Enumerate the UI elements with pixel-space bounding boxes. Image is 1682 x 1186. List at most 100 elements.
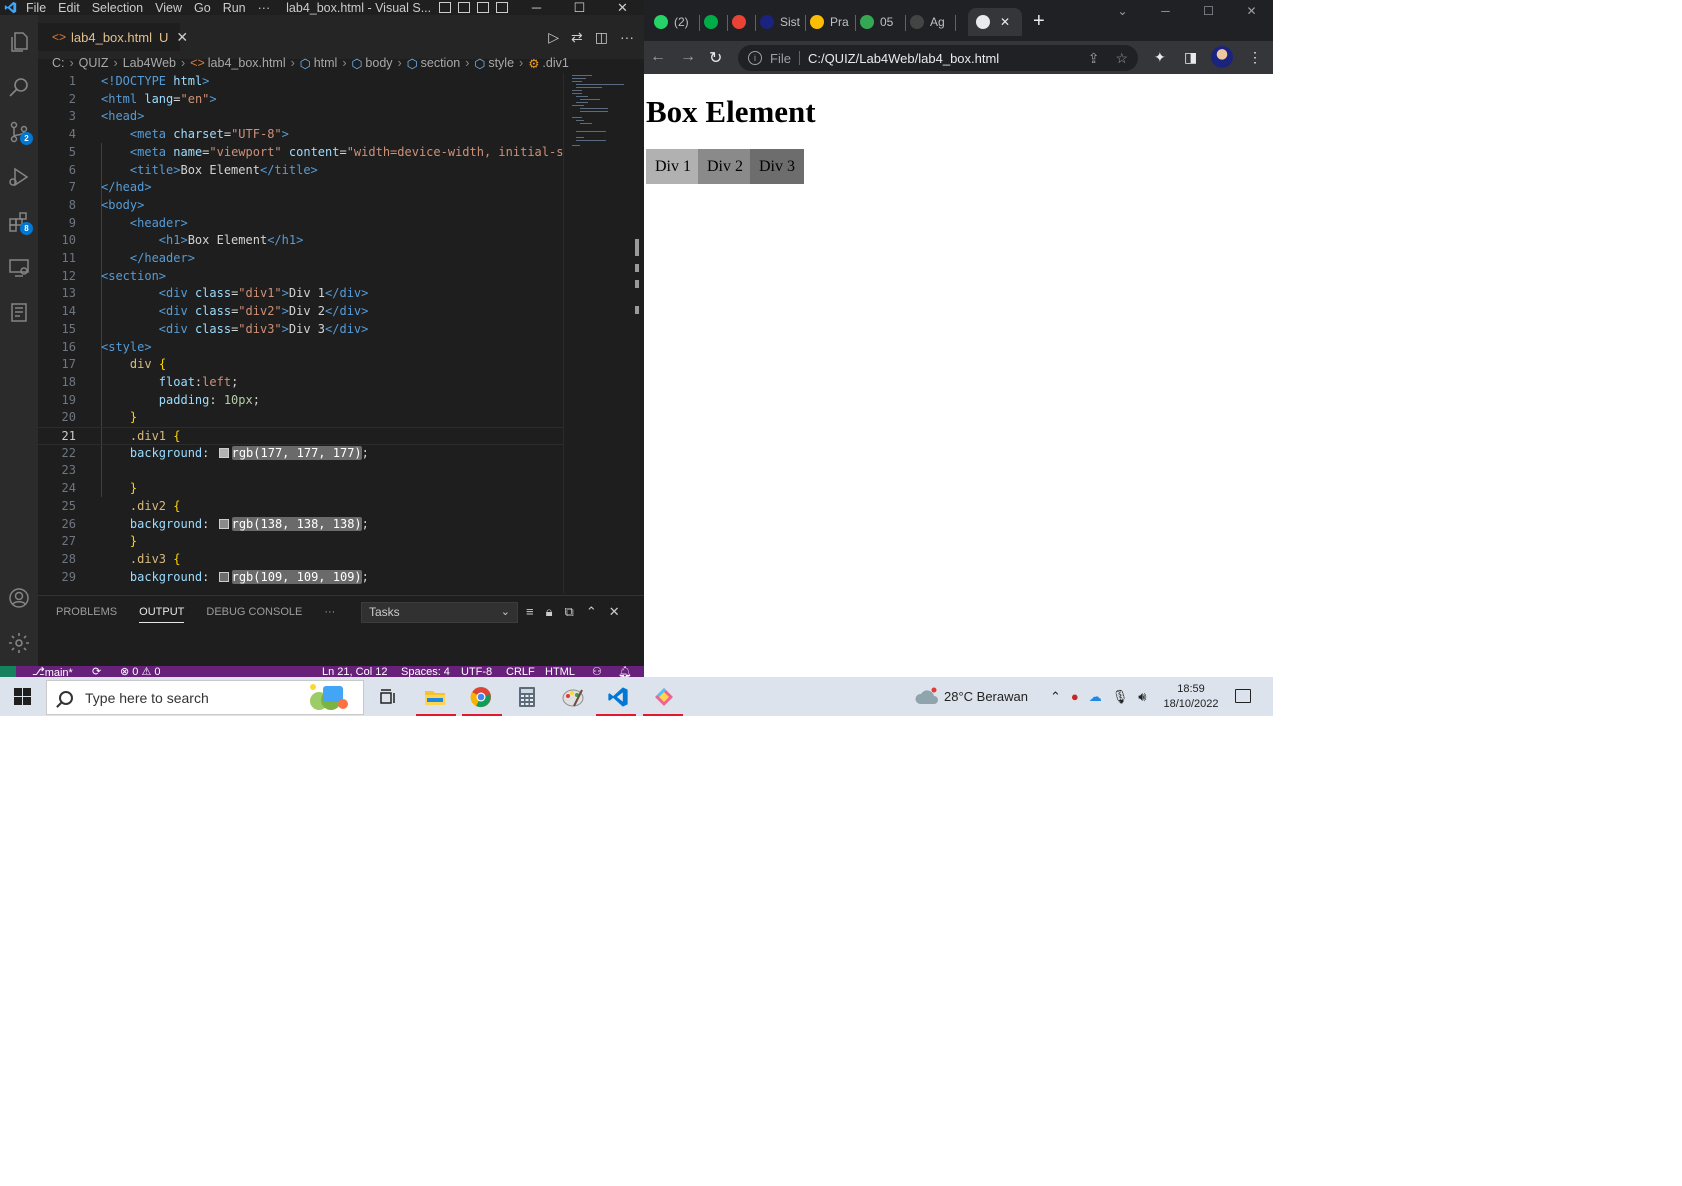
- chrome-tab[interactable]: Ag: [906, 8, 956, 36]
- code-line[interactable]: 20 }: [38, 409, 563, 427]
- panel-tab[interactable]: OUTPUT: [139, 606, 185, 623]
- chrome-tab[interactable]: Pra: [806, 8, 856, 36]
- chrome-tab-close-icon[interactable]: ✕: [1000, 15, 1010, 29]
- remote-explorer-icon[interactable]: [4, 252, 34, 282]
- code-line[interactable]: 23: [38, 462, 563, 480]
- eol-status[interactable]: CRLF: [506, 667, 535, 678]
- code-line[interactable]: 21 .div1 {: [38, 427, 563, 445]
- microphone-icon[interactable]: 🎙︎: [1112, 689, 1129, 705]
- tab-lab4-box-html[interactable]: <> lab4_box.html U ✕: [38, 23, 188, 51]
- breadcrumb-item[interactable]: C:: [52, 56, 65, 70]
- code-line[interactable]: 29 background: rgb(109, 109, 109);: [38, 569, 563, 587]
- minimize-button[interactable]: ─: [1144, 4, 1187, 18]
- indentation-status[interactable]: Spaces: 4: [401, 667, 450, 678]
- bookmark-star-icon[interactable]: ☆: [1115, 50, 1128, 67]
- code-line[interactable]: 27 }: [38, 533, 563, 551]
- code-line[interactable]: 12 <section>: [38, 268, 563, 286]
- taskbar-search[interactable]: Type here to search: [46, 680, 364, 715]
- panel-tab[interactable]: ···: [324, 606, 335, 623]
- menu-item[interactable]: Go: [188, 1, 217, 15]
- code-line[interactable]: 1 <!DOCTYPE html>: [38, 73, 563, 91]
- address-bar[interactable]: i File C:/QUIZ/Lab4Web/lab4_box.html ⇪ ☆: [738, 45, 1138, 71]
- open-in-editor-icon[interactable]: ⧉: [565, 604, 574, 620]
- code-line[interactable]: 9 <header>: [38, 215, 563, 233]
- profile-avatar[interactable]: [1211, 46, 1233, 68]
- minimap[interactable]: [563, 73, 633, 593]
- code-line[interactable]: 26 background: rgb(138, 138, 138);: [38, 516, 563, 534]
- menu-item[interactable]: Selection: [86, 1, 149, 15]
- source-control-icon[interactable]: 2: [4, 117, 34, 147]
- chrome-taskbar-icon[interactable]: [468, 684, 494, 710]
- calculator-icon[interactable]: [514, 684, 540, 710]
- code-line[interactable]: 10 <h1>Box Element</h1>: [38, 232, 563, 250]
- share-icon[interactable]: ⇪: [1088, 50, 1100, 67]
- breadcrumb-item[interactable]: QUIZ: [79, 56, 109, 70]
- close-button[interactable]: ✕: [601, 0, 644, 15]
- breadcrumb-item[interactable]: section: [421, 56, 461, 70]
- code-line[interactable]: 16 <style>: [38, 339, 563, 357]
- menu-item[interactable]: File: [20, 1, 52, 15]
- side-panel-icon[interactable]: ◨: [1184, 49, 1197, 66]
- code-line[interactable]: 8 <body>: [38, 197, 563, 215]
- code-line[interactable]: 6 <title>Box Element</title>: [38, 162, 563, 180]
- search-icon[interactable]: [4, 72, 34, 102]
- toggle-sidebar-icon[interactable]: [439, 2, 452, 13]
- panel-tab[interactable]: PROBLEMS: [56, 606, 117, 623]
- volume-icon[interactable]: 🔊︎: [1138, 689, 1146, 705]
- split-editor-icon[interactable]: ◫: [595, 29, 608, 46]
- reload-icon[interactable]: ↻: [709, 48, 722, 68]
- code-line[interactable]: 19 padding: 10px;: [38, 392, 563, 410]
- code-line[interactable]: 13 <div class="div1">Div 1</div>: [38, 285, 563, 303]
- site-info-icon[interactable]: i: [748, 51, 762, 65]
- notification-center-icon[interactable]: [1235, 689, 1251, 703]
- encoding-status[interactable]: UTF-8: [461, 667, 492, 678]
- chrome-menu-icon[interactable]: ⋮: [1248, 49, 1262, 66]
- breadcrumb-item[interactable]: Lab4Web: [123, 56, 176, 70]
- maximize-button[interactable]: ☐: [558, 0, 601, 15]
- code-line[interactable]: 15 <div class="div3">Div 3</div>: [38, 321, 563, 339]
- extensions-icon[interactable]: 8: [4, 207, 34, 237]
- address-url[interactable]: C:/QUIZ/Lab4Web/lab4_box.html: [808, 51, 999, 66]
- forward-arrow-icon[interactable]: →: [680, 48, 696, 66]
- branch-status[interactable]: ⎇ main*: [32, 667, 73, 678]
- tab-search-icon[interactable]: ⌄: [1101, 4, 1144, 18]
- panel-tab[interactable]: DEBUG CONSOLE: [206, 606, 302, 623]
- back-arrow-icon[interactable]: ←: [650, 48, 666, 66]
- code-line[interactable]: 3 <head>: [38, 108, 563, 126]
- taskbar-clock[interactable]: 18:59 18/10/2022: [1160, 682, 1222, 712]
- cursor-position[interactable]: Ln 21, Col 12: [322, 667, 387, 678]
- vscode-taskbar-icon[interactable]: [605, 684, 631, 710]
- code-line[interactable]: 24 }: [38, 480, 563, 498]
- code-line[interactable]: 28 .div3 {: [38, 551, 563, 569]
- maximize-button[interactable]: ☐: [1187, 4, 1230, 18]
- extensions-puzzle-icon[interactable]: ✦: [1154, 49, 1166, 66]
- language-mode[interactable]: HTML: [545, 667, 575, 678]
- close-panel-icon[interactable]: ✕: [609, 604, 620, 620]
- chrome-tab[interactable]: (2): [650, 8, 700, 36]
- git-app-icon[interactable]: [651, 684, 677, 710]
- maximize-panel-icon[interactable]: ⌃: [586, 604, 597, 620]
- menu-item[interactable]: Edit: [52, 1, 86, 15]
- code-line[interactable]: 7 </head>: [38, 179, 563, 197]
- notifications-bell-icon[interactable]: 🔔︎: [618, 667, 632, 678]
- weather-widget[interactable]: 28°C Berawan: [914, 677, 1028, 716]
- run-icon[interactable]: ▷: [548, 29, 559, 46]
- run-debug-icon[interactable]: [4, 162, 34, 192]
- code-line[interactable]: 11 </header>: [38, 250, 563, 268]
- lock-scroll-icon[interactable]: 🔒︎: [546, 604, 553, 620]
- code-editor[interactable]: 1 <!DOCTYPE html> 2 <html lang="en"> 3 <head>…: [38, 73, 563, 593]
- editor-scrollbar[interactable]: [633, 73, 644, 593]
- output-channel-select[interactable]: Tasks ⌄: [361, 602, 518, 623]
- menu-item[interactable]: Run: [217, 1, 252, 15]
- menu-item[interactable]: View: [149, 1, 188, 15]
- explorer-icon[interactable]: [4, 27, 34, 57]
- accounts-icon[interactable]: [4, 583, 34, 613]
- code-line[interactable]: 5 <meta name="viewport" content="width=d…: [38, 144, 563, 162]
- chrome-tab[interactable]: Sist: [756, 8, 806, 36]
- breadcrumb-item[interactable]: .div1: [542, 56, 568, 70]
- minimize-button[interactable]: ─: [515, 0, 558, 15]
- code-line[interactable]: 2 <html lang="en">: [38, 91, 563, 109]
- settings-gear-icon[interactable]: [4, 628, 34, 658]
- close-button[interactable]: ✕: [1230, 4, 1273, 18]
- task-view-icon[interactable]: [375, 684, 401, 710]
